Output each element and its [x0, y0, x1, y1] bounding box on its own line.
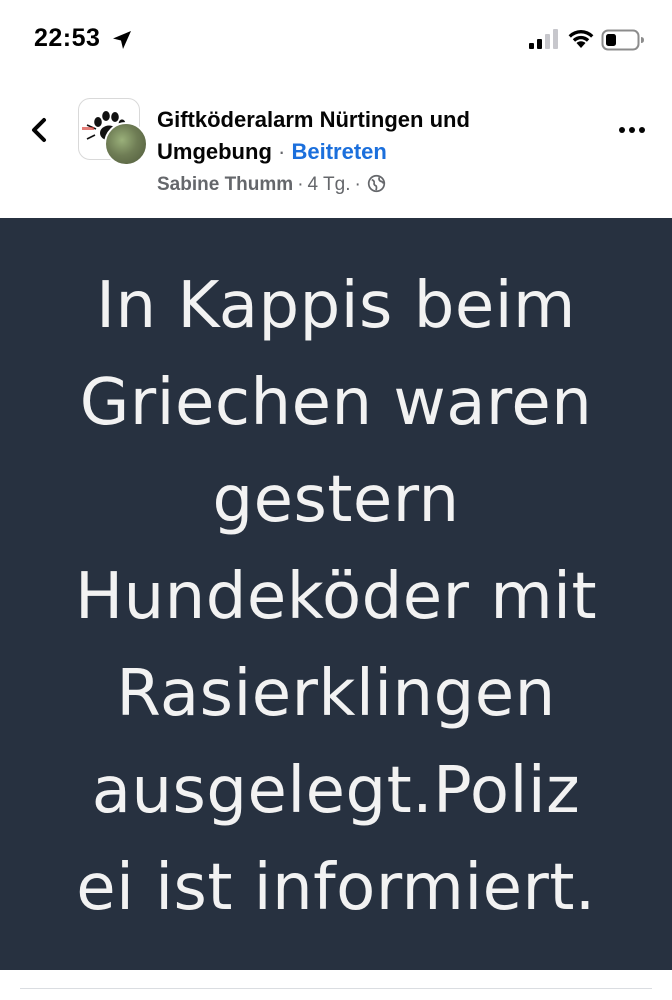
- image-text-line: gestern: [212, 463, 460, 537]
- back-button[interactable]: [22, 110, 58, 150]
- meta-separator-2: ·: [354, 174, 361, 195]
- post-image-text: In Kappis beim Griechen waren gestern Hu…: [0, 258, 672, 937]
- wifi-icon: [568, 30, 594, 48]
- image-text-line: Griechen waren: [79, 366, 593, 440]
- image-text-line: Hundeköder mit: [74, 560, 598, 634]
- more-options-button[interactable]: [612, 114, 652, 144]
- status-bar: 22:53: [0, 0, 672, 82]
- image-text-line: ausgelegt.Poliz: [91, 754, 581, 828]
- join-group-link[interactable]: Beitreten: [291, 139, 386, 164]
- cellular-signal-icon: [529, 29, 558, 49]
- title-separator: ·: [278, 139, 286, 164]
- post-meta: Sabine Thumm · 4 Tg. ·: [157, 172, 386, 198]
- image-text-line: ei ist informiert.: [76, 851, 596, 925]
- post-header-title: Giftköderalarm Nürtingen und Umgebung · …: [157, 104, 587, 168]
- meta-separator: ·: [297, 174, 304, 195]
- status-time: 22:53: [34, 24, 101, 52]
- author-name-link[interactable]: Sabine Thumm: [157, 174, 293, 195]
- image-text-line: In Kappis beim: [96, 269, 576, 343]
- image-text-line: Rasierklingen: [116, 657, 556, 731]
- location-arrow-icon: [113, 31, 131, 49]
- battery-icon: [601, 29, 644, 51]
- globe-icon: [367, 174, 385, 193]
- post-image[interactable]: In Kappis beim Griechen waren gestern Hu…: [0, 218, 672, 970]
- post-timestamp[interactable]: 4 Tg.: [308, 174, 351, 195]
- divider: [20, 988, 652, 989]
- author-avatar[interactable]: [104, 122, 148, 166]
